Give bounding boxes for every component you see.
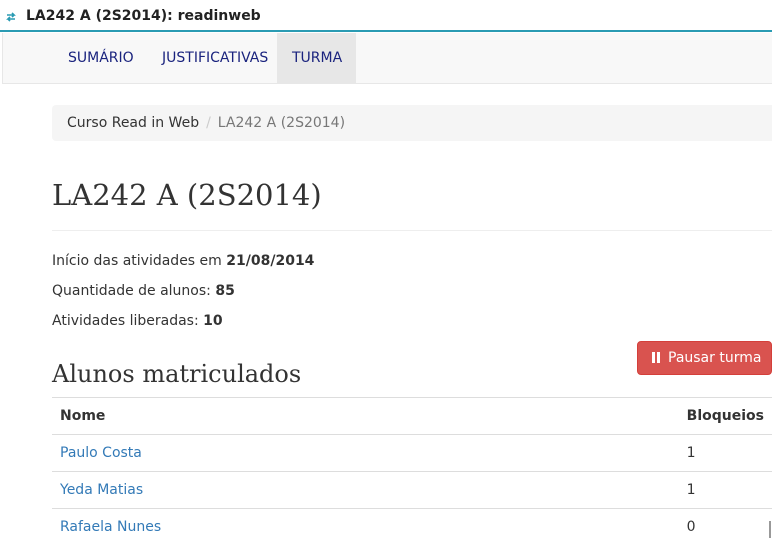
student-name-link[interactable]: Yeda Matias: [60, 482, 143, 498]
student-name-link[interactable]: Rafaela Nunes: [60, 519, 161, 535]
breadcrumb: Curso Read in Web / LA242 A (2S2014): [52, 105, 772, 141]
window-titlebar: LA242 A (2S2014): readinweb: [0, 0, 772, 32]
tab-turma[interactable]: TURMA: [277, 33, 356, 83]
pause-class-label: Pausar turma: [668, 350, 762, 366]
sync-icon: [6, 12, 16, 22]
students-count-label: Quantidade de alunos:: [52, 283, 211, 299]
column-header-name: Nome: [52, 397, 679, 435]
window-title: LA242 A (2S2014): readinweb: [26, 8, 261, 24]
tab-justificativas[interactable]: JUSTIFICATIVAS: [147, 33, 283, 83]
top-navbar: SUMÁRIO JUSTIFICATIVAS TURMA: [2, 33, 772, 84]
start-date-value: 21/08/2014: [226, 253, 315, 269]
students-table: Nome Bloqueios Paulo Costa 1 Yeda Matias…: [52, 397, 772, 546]
student-blocks: 1: [678, 434, 772, 472]
page-title: LA242 A (2S2014): [52, 178, 322, 212]
breadcrumb-separator: /: [206, 115, 211, 131]
activities-count-info: Atividades liberadas: 10: [52, 311, 223, 331]
pause-class-button[interactable]: Pausar turma: [637, 341, 772, 375]
breadcrumb-course-link[interactable]: Curso Read in Web: [67, 115, 199, 131]
table-row: Yeda Matias 1: [52, 471, 772, 509]
table-header-row: Nome Bloqueios: [52, 397, 772, 435]
student-blocks: 1: [678, 471, 772, 509]
start-date-label: Início das atividades em: [52, 253, 222, 269]
start-date-info: Início das atividades em 21/08/2014: [52, 251, 314, 271]
breadcrumb-current: LA242 A (2S2014): [217, 115, 346, 131]
table-row: Rafaela Nunes 0: [52, 508, 772, 546]
column-header-blocks: Bloqueios: [678, 397, 772, 435]
activities-count-label: Atividades liberadas:: [52, 313, 199, 329]
activities-count-value: 10: [203, 313, 223, 329]
students-count-info: Quantidade de alunos: 85: [52, 281, 235, 301]
student-name-link[interactable]: Paulo Costa: [60, 445, 142, 461]
students-count-value: 85: [215, 283, 235, 299]
scrollbar[interactable]: [769, 521, 771, 538]
pause-icon: [652, 352, 661, 363]
enrolled-students-title: Alunos matriculados: [52, 360, 302, 388]
title-divider: [52, 230, 772, 231]
tab-sumario[interactable]: SUMÁRIO: [53, 33, 149, 83]
student-blocks: 0: [678, 508, 772, 546]
table-row: Paulo Costa 1: [52, 434, 772, 472]
